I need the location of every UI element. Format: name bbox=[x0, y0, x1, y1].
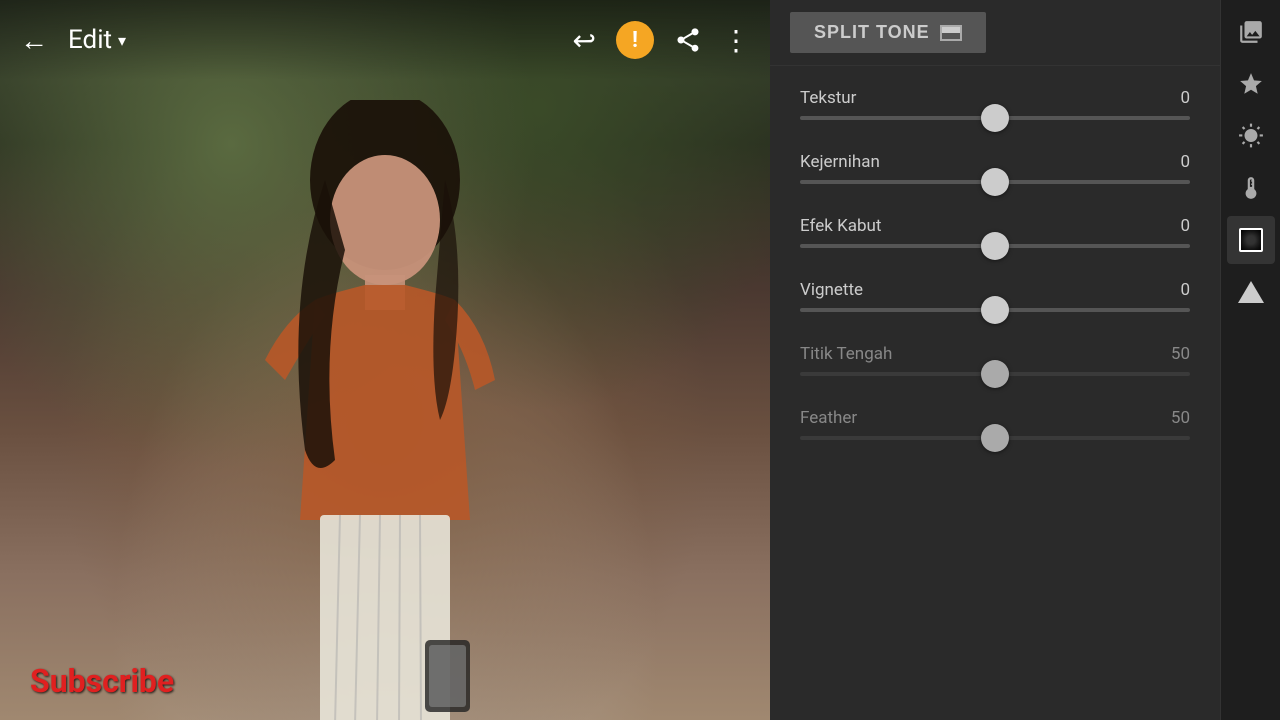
titik-tengah-track[interactable] bbox=[800, 372, 1190, 376]
tekstur-slider-row: Tekstur 0 bbox=[770, 76, 1220, 140]
temperature-icon-button[interactable] bbox=[1227, 164, 1275, 212]
titik-tengah-label: Titik Tengah bbox=[800, 344, 892, 364]
tekstur-track[interactable] bbox=[800, 116, 1190, 120]
enhance-icon-button[interactable] bbox=[1227, 60, 1275, 108]
feather-slider-row: Feather 50 bbox=[770, 396, 1220, 440]
titik-tengah-slider-row: Titik Tengah 50 bbox=[770, 332, 1220, 396]
tekstur-thumb[interactable] bbox=[981, 104, 1009, 132]
feather-track[interactable] bbox=[800, 436, 1190, 440]
efek-kabut-thumb[interactable] bbox=[981, 232, 1009, 260]
kejernihan-slider-row: Kejernihan 0 bbox=[770, 140, 1220, 204]
select-shape-icon-button[interactable] bbox=[1227, 268, 1275, 316]
kejernihan-thumb[interactable] bbox=[981, 168, 1009, 196]
gallery-icon-button[interactable] bbox=[1227, 8, 1275, 56]
tekstur-value: 0 bbox=[1180, 88, 1190, 108]
undo-button[interactable]: ↩ bbox=[573, 24, 596, 57]
efek-kabut-slider-row: Efek Kabut 0 bbox=[770, 204, 1220, 268]
vignette-icon bbox=[1239, 228, 1263, 252]
vignette-icon-button[interactable] bbox=[1227, 216, 1275, 264]
controls-panel: SPLIT TONE Tekstur 0 bbox=[770, 0, 1220, 720]
edit-label: Edit bbox=[68, 25, 112, 55]
vignette-label: Vignette bbox=[800, 280, 863, 300]
top-toolbar: ← Edit ▾ ↩ ! ⋮ bbox=[0, 0, 770, 80]
brightness-icon-button[interactable] bbox=[1227, 112, 1275, 160]
efek-kabut-label: Efek Kabut bbox=[800, 216, 881, 236]
vignette-value: 0 bbox=[1180, 280, 1190, 300]
kejernihan-track[interactable] bbox=[800, 180, 1190, 184]
kejernihan-label: Kejernihan bbox=[800, 152, 880, 172]
feather-thumb[interactable] bbox=[981, 424, 1009, 452]
image-panel: ← Edit ▾ ↩ ! ⋮ Subscribe bbox=[0, 0, 770, 720]
split-tone-button[interactable]: SPLIT TONE bbox=[790, 12, 986, 53]
dropdown-arrow: ▾ bbox=[118, 31, 126, 50]
tekstur-label: Tekstur bbox=[800, 88, 856, 108]
split-tone-header: SPLIT TONE bbox=[770, 0, 1220, 66]
split-tone-label: SPLIT TONE bbox=[814, 22, 930, 43]
warning-icon[interactable]: ! bbox=[616, 21, 654, 59]
icon-sidebar bbox=[1220, 0, 1280, 720]
feather-value: 50 bbox=[1171, 408, 1190, 428]
sliders-section: Tekstur 0 Kejernihan 0 bbox=[770, 66, 1220, 450]
person-silhouette bbox=[225, 100, 545, 720]
efek-kabut-value: 0 bbox=[1180, 216, 1190, 236]
split-tone-icon bbox=[940, 25, 962, 41]
share-button[interactable] bbox=[674, 26, 702, 54]
back-button[interactable]: ← bbox=[20, 24, 48, 57]
triangle-icon bbox=[1238, 281, 1264, 303]
subscribe-label: Subscribe bbox=[30, 662, 174, 700]
kejernihan-value: 0 bbox=[1180, 152, 1190, 172]
vignette-track[interactable] bbox=[800, 308, 1190, 312]
right-panel: SPLIT TONE Tekstur 0 bbox=[770, 0, 1280, 720]
efek-kabut-track[interactable] bbox=[800, 244, 1190, 248]
more-options-button[interactable]: ⋮ bbox=[722, 24, 750, 57]
vignette-thumb[interactable] bbox=[981, 296, 1009, 324]
titik-tengah-thumb[interactable] bbox=[981, 360, 1009, 388]
edit-menu[interactable]: Edit ▾ bbox=[68, 25, 126, 55]
vignette-slider-row: Vignette 0 bbox=[770, 268, 1220, 332]
feather-label: Feather bbox=[800, 408, 857, 428]
titik-tengah-value: 50 bbox=[1171, 344, 1190, 364]
